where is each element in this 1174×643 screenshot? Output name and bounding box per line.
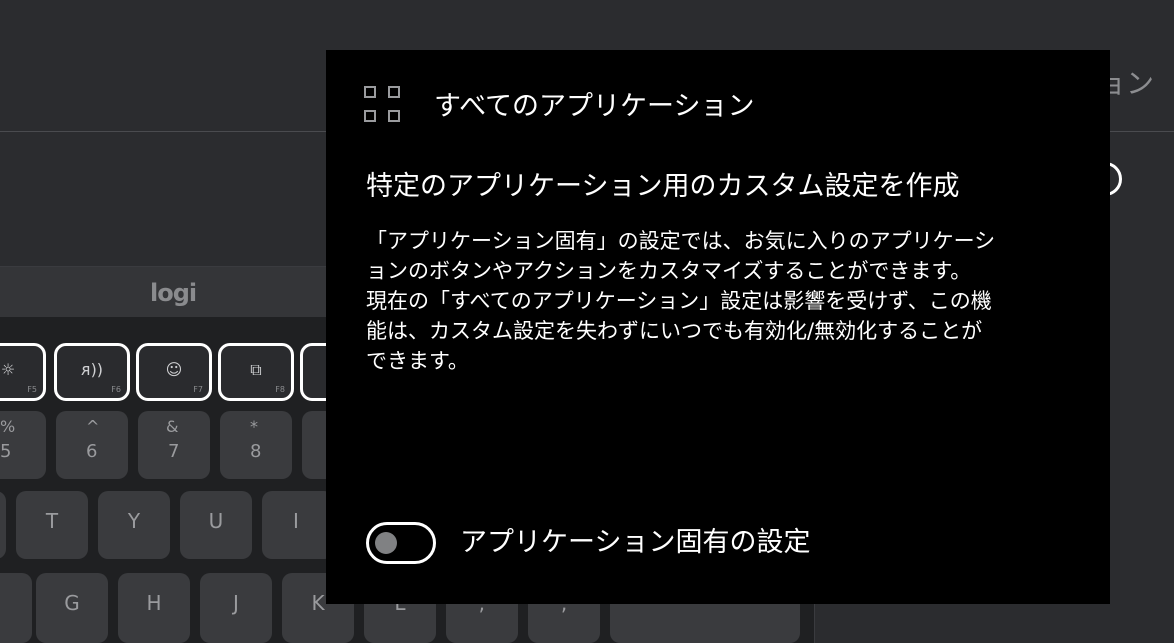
key-8-bottom: 8 [250, 441, 262, 462]
key-6[interactable]: ^ 6 [56, 411, 128, 479]
key-6-bottom: 6 [86, 441, 98, 462]
toggle-knob [375, 532, 397, 554]
description-line: ョンのボタンやアクションをカスタマイズすることができます。 [366, 259, 972, 283]
key-f8-label: F8 [275, 385, 285, 394]
key-7-bottom: 7 [168, 441, 180, 462]
key-h[interactable]: H [118, 573, 190, 643]
key-h-label: H [146, 591, 162, 615]
key-f8[interactable]: ⧉ F8 [218, 343, 294, 401]
key-f5-label: F5 [27, 385, 37, 394]
key-j[interactable]: J [200, 573, 272, 643]
key-7-top: & [166, 417, 179, 436]
key-g[interactable]: G [36, 573, 108, 643]
key-8-top: * [250, 417, 258, 436]
key-5-top: % [0, 417, 16, 436]
logi-logo: logi [150, 279, 197, 307]
key-5-bottom: 5 [0, 441, 12, 462]
key-t-label: T [45, 509, 59, 533]
brightness-icon: ☼ [0, 360, 16, 379]
key-6-top: ^ [86, 417, 100, 436]
description-line: できます。 [366, 349, 469, 373]
key-j-label: J [233, 591, 239, 615]
key-u-label: U [208, 509, 224, 533]
dialog-description: 「アプリケーション固有」の設定では、お気に入りのアプリケーシ ョンのボタンやアク… [366, 226, 1096, 376]
key-i[interactable]: I [262, 491, 334, 559]
key-f7-label: F7 [193, 385, 203, 394]
app-specific-settings-dialog: すべてのアプリケーション 特定のアプリケーション用のカスタム設定を作成 「アプリ… [326, 50, 1110, 604]
key-g-label: G [64, 591, 80, 615]
key-5[interactable]: % 5 [0, 411, 46, 479]
description-line: 現在の「すべてのアプリケーション」設定は影響を受けず、この機 [366, 289, 992, 313]
all-apps-grid-icon [364, 86, 402, 124]
key-f5[interactable]: ☼ F5 [0, 343, 46, 401]
key-f6-label: F6 [111, 385, 121, 394]
key-y[interactable]: Y [98, 491, 170, 559]
key-u[interactable]: U [180, 491, 252, 559]
key-7[interactable]: & 7 [138, 411, 210, 479]
dialog-title: すべてのアプリケーション [434, 91, 755, 122]
key-8[interactable]: * 8 [220, 411, 292, 479]
key-f6[interactable]: ᴙ)) F6 [54, 343, 130, 401]
emoji-icon: ☺ [165, 360, 183, 379]
key-f[interactable] [0, 573, 32, 643]
key-t[interactable]: T [16, 491, 88, 559]
key-f7[interactable]: ☺ F7 [136, 343, 212, 401]
key-y-label: Y [127, 509, 141, 533]
screenshot-icon: ⧉ [250, 360, 262, 379]
description-line: 「アプリケーション固有」の設定では、お気に入りのアプリケーシ [366, 229, 996, 253]
dialog-heading: 特定のアプリケーション用のカスタム設定を作成 [366, 171, 960, 202]
app-specific-toggle[interactable] [366, 522, 436, 564]
key-i-label: I [293, 509, 299, 533]
dictation-icon: ᴙ)) [80, 360, 104, 379]
app-specific-toggle-label[interactable]: アプリケーション固有の設定 [460, 520, 810, 559]
description-line: 能は、カスタム設定を失わずにいつでも有効化/無効化することが [366, 319, 983, 343]
key-r[interactable] [0, 491, 6, 559]
